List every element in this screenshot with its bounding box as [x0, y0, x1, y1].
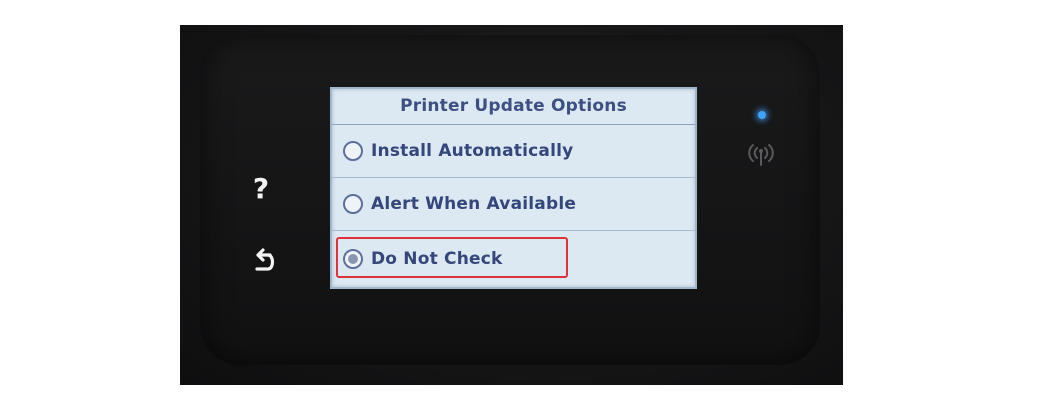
help-button[interactable]: ? — [246, 169, 276, 209]
option-alert-when-available[interactable]: Alert When Available — [332, 178, 695, 231]
wireless-button[interactable] — [743, 137, 779, 171]
option-install-automatically[interactable]: Install Automatically — [332, 125, 695, 178]
wireless-signal-icon — [748, 144, 774, 166]
touch-screen: Printer Update Options Install Automatic… — [330, 87, 697, 289]
option-label: Install Automatically — [371, 141, 574, 161]
printer-control-panel: ? Printer Update Options Install Automat… — [180, 25, 843, 385]
wireless-status-led — [758, 111, 766, 119]
highlight-box — [336, 237, 568, 278]
screen-title: Printer Update Options — [332, 89, 695, 125]
option-do-not-check[interactable]: Do Not Check — [332, 231, 695, 286]
back-button[interactable] — [248, 243, 278, 279]
radio-button-icon[interactable] — [343, 194, 363, 214]
back-arrow-icon — [255, 248, 275, 271]
radio-button-icon[interactable] — [343, 141, 363, 161]
option-label: Alert When Available — [371, 194, 577, 214]
